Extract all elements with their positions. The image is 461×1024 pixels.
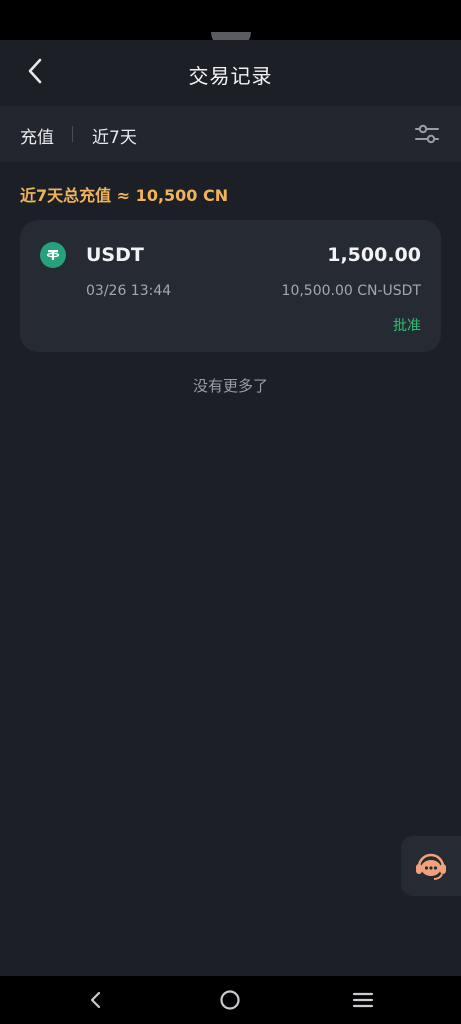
filter-divider bbox=[72, 126, 73, 142]
customer-service-button[interactable] bbox=[401, 836, 461, 896]
sliders-icon bbox=[415, 124, 439, 144]
transaction-record[interactable]: USDT 1,500.00 03/26 13:44 10,500.00 CN-U… bbox=[20, 220, 441, 352]
coin-name: USDT bbox=[86, 244, 144, 266]
nav-menu-button[interactable] bbox=[349, 986, 377, 1014]
fiat-amount: 10,500.00 CN-USDT bbox=[281, 283, 421, 299]
deposit-summary: 近7天总充值 ≈ 10,500 CN bbox=[20, 186, 229, 205]
tether-icon bbox=[40, 242, 66, 268]
nav-back-icon bbox=[90, 991, 101, 1009]
page-title: 交易记录 bbox=[188, 64, 273, 88]
filter-button[interactable] bbox=[413, 120, 441, 148]
status-badge: 批准 bbox=[393, 318, 421, 334]
nav-back-button[interactable] bbox=[82, 986, 110, 1014]
header: 交易记录 bbox=[0, 40, 461, 106]
filter-period-selector[interactable]: 近7天 bbox=[92, 123, 137, 148]
filter-type-selector[interactable]: 充值 bbox=[20, 123, 54, 148]
record-datetime: 03/26 13:44 bbox=[86, 283, 172, 299]
no-more-text: 没有更多了 bbox=[192, 377, 268, 395]
customer-service-icon bbox=[416, 853, 446, 880]
nav-home-icon bbox=[220, 990, 240, 1010]
deposit-amount: 1,500.00 bbox=[327, 244, 421, 266]
nav-home-button[interactable] bbox=[216, 986, 244, 1014]
system-nav-bar bbox=[0, 976, 461, 1024]
filter-bar: 充值 近7天 bbox=[0, 106, 461, 162]
nav-menu-icon bbox=[352, 992, 374, 1008]
